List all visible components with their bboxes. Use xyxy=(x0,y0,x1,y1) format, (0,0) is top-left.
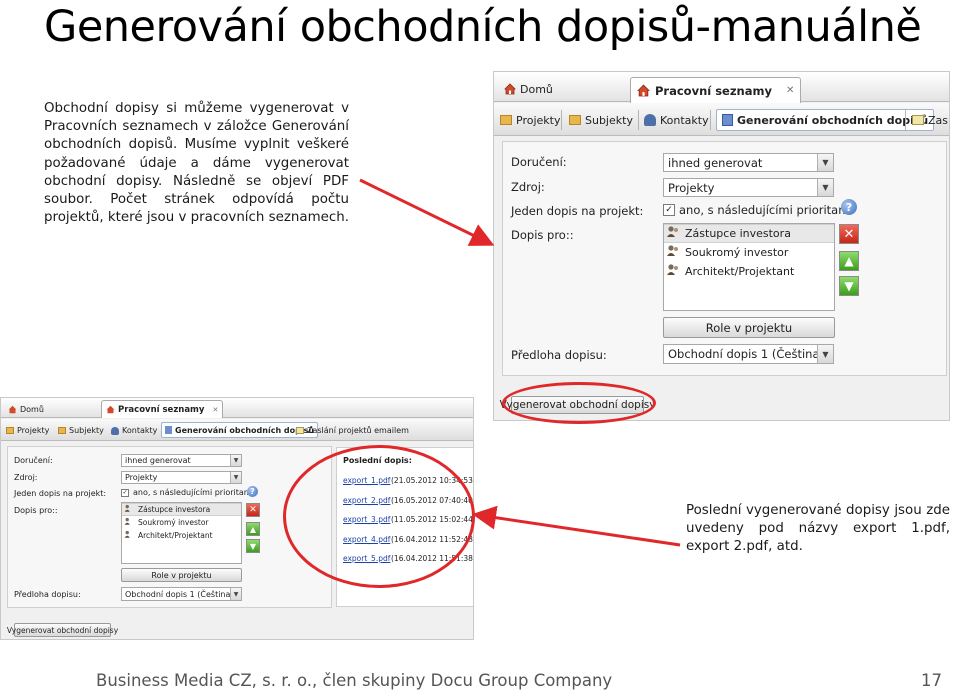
annotation-arrows xyxy=(359,178,681,547)
footer-text: Business Media CZ, s. r. o., člen skupin… xyxy=(96,671,613,690)
arrow-to-last-letters xyxy=(472,505,681,547)
arrow-to-generate-button xyxy=(359,178,495,246)
outro-paragraph: Poslední vygenerované dopisy jsou zde uv… xyxy=(686,503,950,555)
page-number: 17 xyxy=(921,671,942,690)
